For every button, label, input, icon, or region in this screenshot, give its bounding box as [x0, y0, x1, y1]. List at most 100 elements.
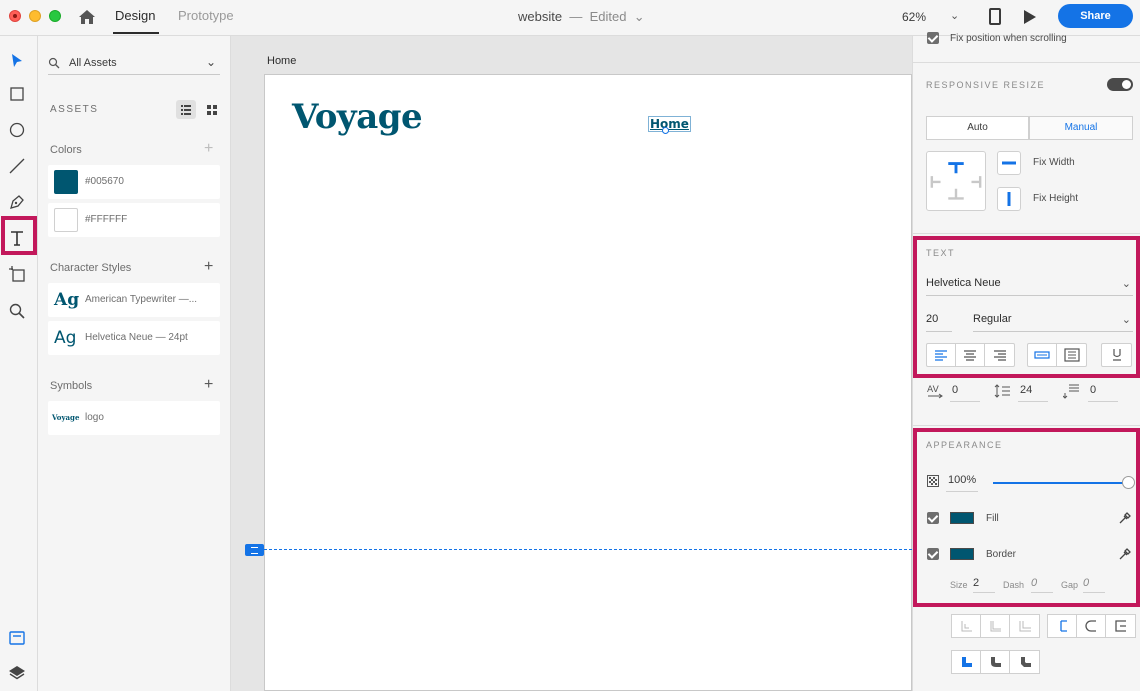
border-size-field[interactable]: 2 — [973, 577, 995, 593]
symbols-label: Symbols — [50, 380, 93, 392]
pen-icon[interactable] — [7, 192, 27, 212]
font-weight-value: Regular — [973, 313, 1012, 325]
play-icon[interactable] — [1024, 10, 1036, 24]
square-cap-icon — [1114, 620, 1126, 632]
zoom-icon[interactable] — [7, 301, 27, 321]
font-family-dropdown[interactable]: Helvetica Neue ⌄ — [926, 274, 1133, 296]
chevron-down-icon: ⌄ — [630, 9, 645, 24]
underline-icon — [1112, 349, 1121, 361]
butt-cap-icon — [1060, 620, 1067, 632]
rectangle-icon[interactable] — [7, 84, 27, 104]
round-join-button[interactable] — [981, 651, 1010, 673]
device-preview-icon[interactable] — [989, 8, 1001, 25]
constraints-widget[interactable] — [926, 151, 986, 211]
assets-icon[interactable] — [7, 628, 27, 648]
eyedropper-icon[interactable] — [1118, 547, 1132, 561]
artboard[interactable]: Voyage Home — [264, 74, 912, 691]
divider — [913, 62, 1140, 63]
symbol-item[interactable]: Voyage logo — [48, 401, 220, 435]
inner-stroke-button[interactable] — [952, 615, 981, 637]
add-color-icon[interactable]: + — [204, 141, 213, 157]
fix-height-button[interactable] — [997, 187, 1021, 211]
artboard-icon[interactable] — [7, 264, 27, 284]
resize-auto-button[interactable]: Auto — [926, 116, 1029, 140]
butt-cap-button[interactable] — [1048, 615, 1077, 637]
resize-handle[interactable] — [662, 127, 669, 134]
opacity-field[interactable]: 100% — [946, 474, 978, 492]
opacity-slider-handle[interactable] — [1122, 476, 1135, 489]
paragraph-spacing-field[interactable]: 0 — [1088, 384, 1118, 402]
font-size-field[interactable]: 20 — [926, 310, 952, 332]
eyedropper-icon[interactable] — [1118, 511, 1132, 525]
maximize-window-button[interactable] — [49, 10, 61, 22]
add-character-style-icon[interactable]: + — [204, 259, 213, 275]
center-stroke-button[interactable] — [981, 615, 1010, 637]
underline-button[interactable] — [1102, 344, 1131, 366]
opacity-slider-track[interactable] — [993, 482, 1127, 484]
color-swatch — [54, 170, 78, 194]
fix-height-label: Fix Height — [1033, 193, 1079, 204]
border-checkbox[interactable] — [927, 548, 939, 560]
outer-stroke-button[interactable] — [1010, 615, 1039, 637]
auto-width-button[interactable] — [1028, 344, 1057, 366]
close-window-button[interactable] — [9, 10, 21, 22]
share-button[interactable]: Share — [1058, 4, 1133, 28]
align-center-button[interactable] — [956, 344, 985, 366]
fixed-size-icon — [1063, 348, 1080, 362]
add-symbol-icon[interactable]: + — [204, 377, 213, 393]
fill-color-swatch[interactable] — [950, 512, 974, 524]
round-cap-button[interactable] — [1077, 615, 1106, 637]
title-bar: Design Prototype website — Edited ⌄ 62% … — [0, 0, 1140, 36]
align-left-icon — [935, 350, 947, 361]
font-weight-dropdown[interactable]: Regular ⌄ — [973, 310, 1133, 332]
appearance-section-highlight — [913, 428, 1140, 607]
canvas[interactable]: Home Voyage Home — [231, 36, 912, 691]
document-name: website — [518, 9, 563, 24]
responsive-resize-toggle[interactable] — [1107, 78, 1133, 91]
color-asset-item[interactable]: #005670 — [48, 165, 220, 199]
home-icon[interactable] — [78, 8, 96, 26]
font-size-value: 20 — [926, 313, 939, 325]
zoom-chevron-icon[interactable]: ⌄ — [950, 9, 959, 22]
align-right-icon — [993, 350, 1006, 361]
document-title[interactable]: website — Edited ⌄ — [518, 9, 645, 25]
zoom-level[interactable]: 62% — [902, 10, 926, 24]
bevel-join-button[interactable] — [1010, 651, 1039, 673]
guide-line[interactable] — [264, 549, 912, 550]
align-left-button[interactable] — [927, 344, 956, 366]
grid-view-icon[interactable] — [202, 100, 222, 119]
fix-position-checkbox[interactable] — [927, 32, 939, 44]
logo-text[interactable]: Voyage — [292, 97, 423, 137]
line-icon[interactable] — [7, 156, 27, 176]
fixed-size-button[interactable] — [1057, 344, 1086, 366]
fix-width-button[interactable] — [997, 151, 1021, 175]
search-icon — [48, 57, 60, 69]
layers-icon[interactable] — [7, 663, 27, 683]
minimize-window-button[interactable] — [29, 10, 41, 22]
miter-join-button[interactable] — [952, 651, 981, 673]
tab-prototype[interactable]: Prototype — [178, 8, 234, 23]
character-style-item[interactable]: Ag American Typewriter —... — [48, 283, 220, 317]
select-icon[interactable] — [7, 51, 27, 71]
square-cap-button[interactable] — [1106, 615, 1135, 637]
artboard-name[interactable]: Home — [267, 55, 296, 67]
guide-handle[interactable] — [245, 544, 264, 556]
fill-checkbox[interactable] — [927, 512, 939, 524]
assets-filter-dropdown[interactable]: All Assets ⌄ — [48, 53, 220, 75]
border-gap-field[interactable]: 0 — [1083, 577, 1105, 593]
border-dash-field[interactable]: 0 — [1031, 577, 1053, 593]
text-icon[interactable] — [7, 228, 27, 248]
resize-manual-button[interactable]: Manual — [1029, 116, 1133, 140]
color-asset-item[interactable]: #FFFFFF — [48, 203, 220, 237]
nav-home-text[interactable]: Home — [648, 116, 691, 132]
ellipse-icon[interactable] — [7, 120, 27, 140]
round-cap-icon — [1085, 620, 1096, 632]
line-spacing-field[interactable]: 24 — [1018, 384, 1048, 402]
align-right-button[interactable] — [985, 344, 1014, 366]
character-spacing-icon: AV — [927, 385, 943, 399]
character-spacing-field[interactable]: 0 — [950, 384, 980, 402]
border-color-swatch[interactable] — [950, 548, 974, 560]
list-view-icon[interactable] — [176, 100, 196, 119]
tab-design[interactable]: Design — [115, 8, 155, 23]
character-style-item[interactable]: Ag Helvetica Neue — 24pt — [48, 321, 220, 355]
